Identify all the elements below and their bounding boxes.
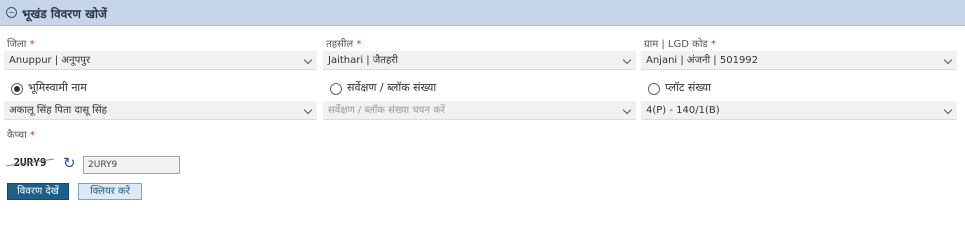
village-label: ग्राम | LGD कोड * (644, 39, 716, 50)
captcha-label: कैप्चा * (7, 130, 35, 141)
radio-owner-name-label[interactable]: भूमिस्वामी नाम (28, 80, 87, 95)
section-header[interactable]: − भूखंड विवरण खोजें (0, 0, 965, 26)
district-label: जिला * (7, 39, 35, 50)
section-title: भूखंड विवरण खोजें (22, 7, 107, 21)
plot-number-select[interactable]: 4(P) - 140/1(B) (641, 101, 957, 120)
district-select[interactable]: Anuppur | अनूपपुर (4, 51, 317, 70)
chevron-down-icon (303, 105, 313, 115)
chevron-down-icon (622, 105, 632, 115)
radio-survey-number-label[interactable]: सर्वेक्षण / ब्लॉक संख्या (347, 80, 436, 95)
survey-number-select[interactable]: सर्वेक्षण / ब्लॉक संख्या चयन करें (323, 101, 636, 120)
radio-owner-name[interactable] (11, 83, 23, 95)
owner-name-select[interactable]: अकालू सिंह पिता दासू सिंह (4, 101, 317, 120)
radio-survey-number[interactable] (330, 83, 342, 95)
clear-button[interactable]: क्लियर करें (78, 183, 142, 200)
survey-number-placeholder: सर्वेक्षण / ब्लॉक संख्या चयन करें (328, 105, 445, 116)
captcha-image: 2URY9 (4, 153, 56, 173)
chevron-down-icon (943, 105, 953, 115)
chevron-down-icon (303, 55, 313, 65)
chevron-down-icon (622, 55, 632, 65)
village-value: Anjani | अंजनी | 501992 (646, 55, 759, 66)
tehsil-select[interactable]: Jaithari | जैतहरी (323, 51, 636, 70)
radio-plot-number[interactable] (648, 83, 660, 95)
district-value: Anuppur | अनूपपुर (9, 55, 91, 66)
minus-circle-icon[interactable]: − (6, 7, 17, 18)
chevron-down-icon (943, 55, 953, 65)
tehsil-label: तहसील * (326, 39, 362, 50)
captcha-input[interactable]: 2URY9 (83, 156, 180, 174)
view-details-button[interactable]: विवरण देखें (7, 183, 69, 200)
refresh-icon[interactable]: ↻ (63, 154, 76, 172)
radio-plot-number-label[interactable]: प्लॉट संख्या (665, 80, 711, 95)
village-select[interactable]: Anjani | अंजनी | 501992 (641, 51, 957, 70)
tehsil-value: Jaithari | जैतहरी (328, 55, 398, 66)
plot-number-value: 4(P) - 140/1(B) (646, 105, 720, 116)
owner-name-value: अकालू सिंह पिता दासू सिंह (9, 105, 107, 116)
